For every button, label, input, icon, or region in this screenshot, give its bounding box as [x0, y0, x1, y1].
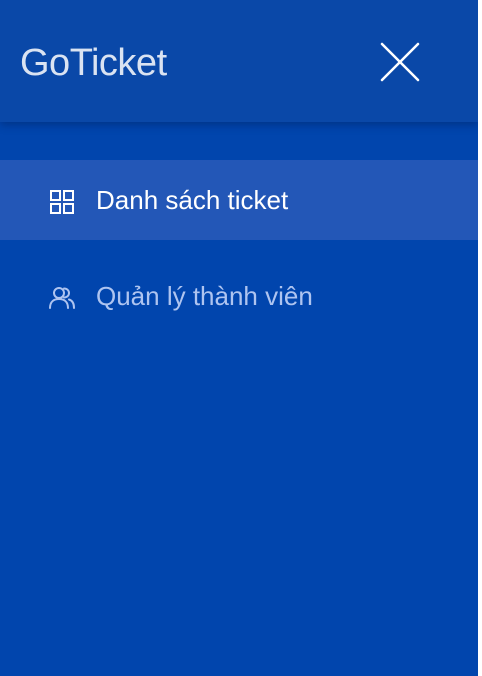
brand-logo-text[interactable]: GoTicket — [20, 40, 167, 86]
menu-item-label: Danh sách ticket — [96, 185, 289, 215]
grid-icon — [48, 188, 76, 216]
drawer-header: GoTicket — [0, 0, 478, 122]
close-button[interactable] — [372, 34, 428, 90]
users-icon — [48, 284, 76, 312]
menu-item-label: Quản lý thành viên — [96, 281, 313, 311]
close-icon — [380, 42, 420, 82]
menu-item-member-management[interactable]: Quản lý thành viên — [0, 256, 478, 336]
drawer-menu: Danh sách ticket Quản lý thành viên — [0, 160, 478, 336]
navigation-drawer: GoTicket Danh sách ticket Quản lý thành … — [0, 0, 478, 676]
menu-item-ticket-list[interactable]: Danh sách ticket — [0, 160, 478, 240]
page-edge — [478, 0, 482, 676]
